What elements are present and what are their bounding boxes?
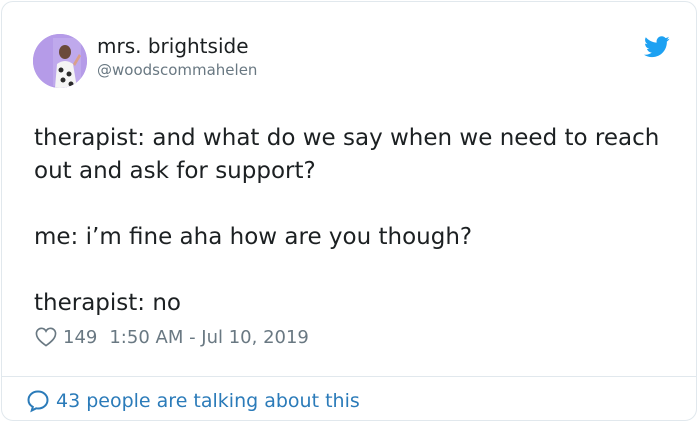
- divider: [2, 376, 696, 377]
- talking-link[interactable]: 43 people are talking about this: [26, 387, 360, 415]
- tweet-text: therapist: and what do we say when we ne…: [34, 122, 674, 320]
- like-count[interactable]: 149: [63, 327, 97, 348]
- heart-icon[interactable]: [35, 327, 57, 347]
- tweet-card: mrs. brightside @woodscommahelen therapi…: [1, 1, 697, 421]
- tweet-line: me: i’m fine aha how are you though?: [34, 224, 473, 250]
- tweet-line: therapist: and what do we say when we ne…: [34, 125, 660, 184]
- user-handle[interactable]: @woodscommahelen: [97, 60, 257, 80]
- twitter-bird-icon[interactable]: [644, 36, 670, 58]
- avatar-image: [33, 34, 87, 88]
- speech-bubble-icon: [26, 389, 50, 413]
- talking-text[interactable]: 43 people are talking about this: [56, 390, 360, 412]
- tweet-meta: 149 1:50 AM - Jul 10, 2019: [35, 324, 309, 350]
- tweet-line: therapist: no: [34, 290, 181, 316]
- display-name[interactable]: mrs. brightside: [97, 34, 249, 58]
- tweet-timestamp[interactable]: 1:50 AM - Jul 10, 2019: [109, 327, 309, 348]
- avatar[interactable]: [33, 34, 87, 88]
